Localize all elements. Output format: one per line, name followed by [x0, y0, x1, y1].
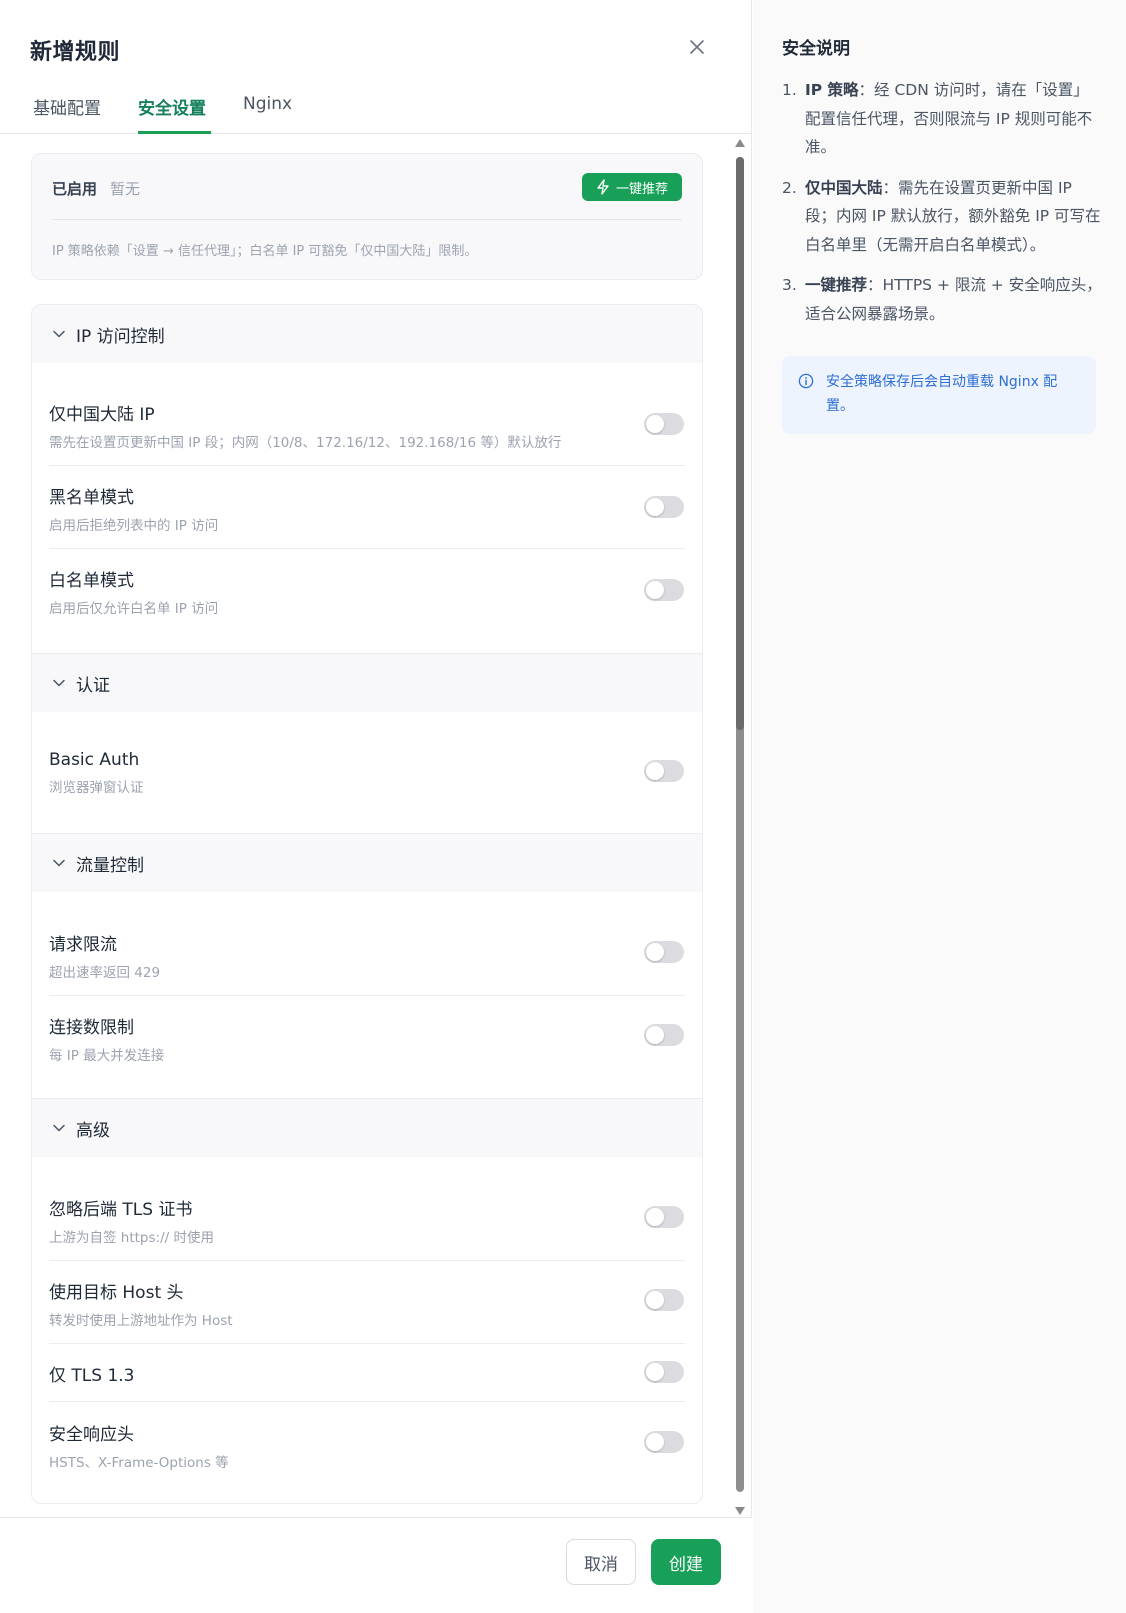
- toggle-rate-limit[interactable]: [644, 941, 684, 963]
- setting-title: 请求限流: [49, 935, 117, 955]
- divider: [49, 465, 685, 466]
- scroll-down-arrow-icon[interactable]: [735, 1507, 745, 1515]
- divider: [49, 1343, 685, 1344]
- active-tab-indicator: [138, 131, 211, 134]
- setting-desc: HSTS、X-Frame-Options 等: [49, 1455, 229, 1471]
- section-header-ip-access[interactable]: IP 访问控制: [32, 305, 702, 363]
- setting-desc: 转发时使用上游地址作为 Host: [49, 1313, 233, 1329]
- scroll-up-arrow-icon[interactable]: [735, 139, 745, 147]
- section-header-advanced[interactable]: 高级: [32, 1099, 702, 1157]
- setting-row-rate-limit: 请求限流 超出速率返回 429: [49, 930, 685, 981]
- section-title: 高级: [76, 1120, 110, 1141]
- close-icon[interactable]: [686, 36, 708, 58]
- security-settings-card: IP 访问控制 仅中国大陆 IP 需先在设置页更新中国 IP 段；内网（10/8…: [31, 304, 703, 1504]
- toggle-connection-limit[interactable]: [644, 1024, 684, 1046]
- setting-row-target-host: 使用目标 Host 头 转发时使用上游地址作为 Host: [49, 1278, 685, 1329]
- setting-row-blacklist: 黑名单模式 启用后拒绝列表中的 IP 访问: [49, 483, 685, 534]
- cancel-button[interactable]: 取消: [566, 1539, 636, 1585]
- enabled-value: 暂无: [110, 180, 141, 198]
- chevron-down-icon: [52, 856, 66, 870]
- toggle-ignore-tls[interactable]: [644, 1206, 684, 1228]
- setting-title: 安全响应头: [49, 1425, 134, 1445]
- setting-title: 仅 TLS 1.3: [49, 1366, 135, 1386]
- setting-title: 黑名单模式: [49, 488, 134, 508]
- setting-row-security-headers: 安全响应头 HSTS、X-Frame-Options 等: [49, 1420, 685, 1471]
- setting-title: 使用目标 Host 头: [49, 1283, 184, 1303]
- help-item-number: 1.: [782, 81, 797, 99]
- setting-desc: 每 IP 最大并发连接: [49, 1048, 165, 1064]
- setting-row-ignore-tls: 忽略后端 TLS 证书 上游为自签 https:// 时使用: [49, 1195, 685, 1246]
- settings-scroll-area[interactable]: 已启用 暂无 一键推荐 IP 策略依赖「设置 → 信任代理」；白名单 IP 可豁…: [0, 135, 752, 1517]
- help-item: 2. 仅中国大陆：需先在设置页更新中国 IP 段；内网 IP 默认放行，额外豁免 …: [782, 174, 1102, 260]
- help-title: 安全说明: [782, 39, 850, 59]
- help-list: 1. IP 策略：经 CDN 访问时，请在「设置」配置信任代理，否则限流与 IP …: [782, 76, 1102, 340]
- divider: [49, 1260, 685, 1261]
- tab-basic-config[interactable]: 基础配置: [33, 94, 101, 119]
- setting-row-tls13-only: 仅 TLS 1.3: [49, 1361, 685, 1386]
- toggle-china-only[interactable]: [644, 413, 684, 435]
- setting-title: 连接数限制: [49, 1018, 134, 1038]
- toggle-whitelist[interactable]: [644, 579, 684, 601]
- tab-security-settings[interactable]: 安全设置: [138, 94, 206, 119]
- setting-desc: 超出速率返回 429: [49, 965, 161, 981]
- setting-row-whitelist: 白名单模式 启用后仅允许白名单 IP 访问: [49, 566, 685, 617]
- tab-nginx[interactable]: Nginx: [243, 94, 292, 114]
- enabled-label: 已启用: [52, 180, 98, 198]
- section-header-traffic[interactable]: 流量控制: [32, 834, 702, 892]
- section-header-auth[interactable]: 认证: [32, 654, 702, 712]
- scrollbar-thumb[interactable]: [736, 157, 744, 730]
- help-item: 1. IP 策略：经 CDN 访问时，请在「设置」配置信任代理，否则限流与 IP …: [782, 76, 1102, 162]
- setting-row-china-only: 仅中国大陆 IP 需先在设置页更新中国 IP 段；内网（10/8、172.16/…: [49, 400, 685, 451]
- toggle-basic-auth[interactable]: [644, 760, 684, 782]
- dialog-footer: 取消 创建: [0, 1517, 752, 1613]
- rule-dialog: 新增规则 基础配置 安全设置 Nginx 已启用 暂无 一键推荐 IP 策略依赖…: [0, 0, 752, 1613]
- section-title: IP 访问控制: [76, 326, 165, 347]
- section-title: 认证: [76, 675, 110, 696]
- lightning-icon: [597, 179, 609, 195]
- divider: [52, 219, 682, 220]
- setting-title: 仅中国大陆 IP: [49, 405, 155, 425]
- help-item-term: 一键推荐: [805, 276, 868, 294]
- chevron-down-icon: [52, 1121, 66, 1135]
- vertical-scrollbar[interactable]: [732, 135, 748, 1517]
- setting-title: 忽略后端 TLS 证书: [49, 1200, 193, 1220]
- help-item-term: IP 策略: [805, 81, 859, 99]
- setting-row-connection-limit: 连接数限制 每 IP 最大并发连接: [49, 1013, 685, 1064]
- divider: [49, 1401, 685, 1402]
- setting-desc: 需先在设置页更新中国 IP 段；内网（10/8、172.16/12、192.16…: [49, 435, 562, 451]
- help-item-number: 3.: [782, 276, 797, 294]
- chevron-down-icon: [52, 327, 66, 341]
- one-click-recommend-button[interactable]: 一键推荐: [582, 173, 682, 201]
- help-item-term: 仅中国大陆: [805, 178, 883, 197]
- info-callout: 安全策略保存后会自动重载 Nginx 配置。: [782, 356, 1096, 434]
- security-help-panel: 安全说明 1. IP 策略：经 CDN 访问时，请在「设置」配置信任代理，否则限流…: [753, 0, 1126, 1613]
- info-text: 安全策略保存后会自动重载 Nginx 配置。: [826, 374, 1058, 414]
- setting-desc: 上游为自签 https:// 时使用: [49, 1230, 214, 1246]
- divider: [49, 995, 685, 996]
- setting-desc: 启用后仅允许白名单 IP 访问: [49, 601, 219, 617]
- setting-desc: 浏览器弹窗认证: [49, 780, 144, 796]
- setting-row-basic-auth: Basic Auth 浏览器弹窗认证: [49, 750, 685, 796]
- setting-title: Basic Auth: [49, 750, 140, 770]
- tab-bar: 基础配置 安全设置 Nginx: [0, 88, 752, 134]
- help-item: 3. 一键推荐：HTTPS + 限流 + 安全响应头，适合公网暴露场景。: [782, 271, 1102, 328]
- info-icon: [798, 373, 814, 389]
- help-item-number: 2.: [782, 178, 797, 197]
- toggle-target-host[interactable]: [644, 1289, 684, 1311]
- enabled-summary-card: 已启用 暂无 一键推荐 IP 策略依赖「设置 → 信任代理」；白名单 IP 可豁…: [31, 153, 703, 280]
- chevron-down-icon: [52, 676, 66, 690]
- create-button[interactable]: 创建: [651, 1539, 721, 1585]
- toggle-blacklist[interactable]: [644, 496, 684, 518]
- recommend-button-label: 一键推荐: [615, 181, 668, 197]
- summary-note: IP 策略依赖「设置 → 信任代理」；白名单 IP 可豁免「仅中国大陆」限制。: [52, 244, 478, 259]
- dialog-title: 新增规则: [30, 40, 121, 65]
- setting-desc: 启用后拒绝列表中的 IP 访问: [49, 518, 219, 534]
- setting-title: 白名单模式: [49, 571, 134, 591]
- section-title: 流量控制: [76, 855, 144, 876]
- toggle-security-headers[interactable]: [644, 1431, 684, 1453]
- divider: [49, 548, 685, 549]
- toggle-tls13-only[interactable]: [644, 1361, 684, 1383]
